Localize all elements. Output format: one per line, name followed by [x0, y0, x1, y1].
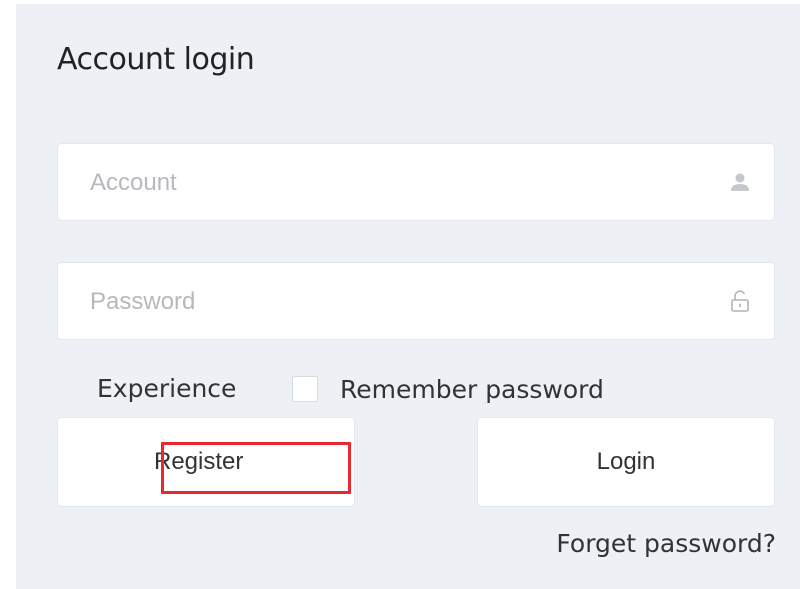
remember-checkbox[interactable] [292, 376, 318, 402]
register-label: Register [154, 448, 244, 475]
user-icon [731, 173, 749, 191]
forget-password-link[interactable]: Forget password? [556, 529, 776, 558]
login-label: Login [596, 448, 656, 475]
experience-link[interactable]: Experience [97, 374, 236, 403]
remember-password[interactable]: Remember password [292, 372, 604, 406]
login-panel: Account login Experience Remember passwo… [16, 4, 800, 589]
password-input[interactable] [88, 263, 712, 341]
login-button[interactable]: Login [477, 417, 775, 507]
page-title: Account login [57, 42, 255, 77]
remember-label: Remember password [340, 374, 604, 404]
password-field[interactable] [57, 262, 775, 341]
account-field[interactable] [57, 143, 775, 222]
unlock-icon [731, 290, 749, 312]
register-button[interactable]: Register [57, 417, 355, 507]
account-input[interactable] [88, 144, 712, 222]
